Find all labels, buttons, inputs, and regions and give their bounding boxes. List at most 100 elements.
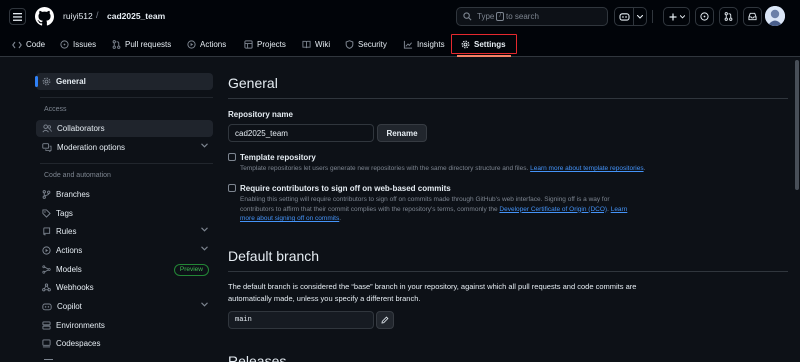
- pull-request-icon: [112, 40, 121, 49]
- button-divider: [632, 7, 634, 26]
- sidebar-item-tags[interactable]: Tags: [36, 205, 213, 222]
- tab-security-label: Security: [358, 40, 387, 49]
- play-icon: [42, 246, 51, 255]
- copilot-icon: [618, 13, 630, 21]
- tab-actions[interactable]: Actions: [187, 33, 226, 56]
- breadcrumb-owner[interactable]: ruiyi512: [63, 11, 93, 21]
- dco-link[interactable]: Developer Certificate of Origin (DCO): [499, 206, 607, 213]
- signoff-learn-link-start[interactable]: Learn: [611, 206, 628, 213]
- people-icon: [42, 124, 52, 133]
- sidebar-divider: [40, 97, 213, 98]
- tab-security[interactable]: Security: [345, 33, 387, 56]
- breadcrumb-separator: /: [96, 10, 99, 20]
- search-input[interactable]: Type / to search: [456, 7, 608, 26]
- copilot-button[interactable]: [614, 7, 647, 26]
- global-header: ruiyi512 / cad2025_team Type / to search: [0, 0, 800, 33]
- sidebar-item-collaborators[interactable]: Collaborators: [36, 120, 213, 137]
- signoff-checkbox[interactable]: [228, 184, 236, 192]
- page-title: General: [228, 75, 278, 91]
- create-new-button[interactable]: [663, 7, 690, 26]
- signoff-desc-tail: .: [339, 215, 342, 222]
- template-desc-tail: .: [643, 165, 646, 172]
- tab-issues[interactable]: Issues: [60, 33, 96, 56]
- sidebar-item-label: Models: [56, 265, 82, 274]
- sidebar-item-branches[interactable]: Branches: [36, 186, 213, 203]
- book-icon: [302, 40, 311, 49]
- page-scrollbar[interactable]: [793, 57, 800, 362]
- template-repo-description: Template repositories let users generate…: [240, 164, 695, 174]
- sidebar-item-rules[interactable]: Rules: [36, 223, 213, 240]
- sidebar-item-general[interactable]: General: [35, 73, 213, 90]
- preview-badge: Preview: [173, 264, 209, 276]
- sidebar-item-copilot[interactable]: Copilot: [36, 298, 213, 315]
- chevron-down-icon: [201, 227, 208, 232]
- signoff-desc-line-2: contributors to affirm that their commit…: [240, 205, 628, 213]
- gear-icon: [42, 77, 51, 86]
- template-learn-more-link[interactable]: Learn more about template repositories: [530, 165, 643, 172]
- table-icon: [244, 40, 253, 49]
- github-logo-icon[interactable]: [35, 7, 54, 26]
- default-branch-title: Default branch: [228, 248, 320, 264]
- sidebar-item-label: Moderation options: [57, 143, 126, 152]
- signoff-learn-more-link[interactable]: more about signing off on commits: [240, 215, 339, 222]
- sidebar-item-label: General: [56, 77, 86, 86]
- active-tab-indicator: [457, 55, 511, 57]
- codespaces-icon: [42, 339, 51, 348]
- template-repo-title: Template repository: [240, 153, 316, 162]
- sidebar-item-webhooks[interactable]: Webhooks: [36, 279, 213, 296]
- tab-pull-requests-label: Pull requests: [125, 40, 172, 49]
- template-repo-desc-text: Template repositories let users generate…: [240, 165, 529, 172]
- tag-icon: [42, 209, 51, 218]
- scrollbar-thumb[interactable]: [795, 60, 799, 190]
- edit-default-branch-button[interactable]: [376, 311, 394, 329]
- sidebar-item-label: Webhooks: [56, 283, 94, 292]
- models-icon: [42, 265, 51, 274]
- repo-push-icon: [43, 227, 51, 236]
- chevron-down-icon: [201, 246, 208, 251]
- breadcrumb-repo[interactable]: cad2025_team: [107, 11, 165, 21]
- code-icon: [12, 41, 22, 48]
- sidebar-divider: [40, 163, 213, 164]
- releases-title-partial: Releases: [228, 353, 287, 362]
- repo-name-input[interactable]: cad2025_team: [228, 124, 374, 142]
- sidebar-item-models[interactable]: Models Preview: [36, 261, 213, 278]
- pull-requests-button[interactable]: [719, 7, 738, 26]
- tab-insights[interactable]: Insights: [403, 33, 445, 56]
- template-repo-checkbox[interactable]: [228, 153, 236, 161]
- tab-projects[interactable]: Projects: [244, 33, 286, 56]
- sidebar-item-label: Rules: [56, 227, 77, 236]
- sidebar-item-moderation[interactable]: Moderation options: [36, 139, 213, 156]
- sidebar-item-label: Branches: [56, 190, 90, 199]
- tab-pull-requests[interactable]: Pull requests: [112, 33, 171, 56]
- tab-code-label: Code: [26, 40, 46, 49]
- sidebar-heading-access: Access: [44, 106, 67, 113]
- avatar-image-icon: [765, 6, 785, 26]
- repo-name-label: Repository name: [228, 110, 293, 119]
- user-avatar[interactable]: [765, 6, 785, 26]
- menu-button[interactable]: [9, 8, 26, 25]
- git-pull-request-icon: [724, 12, 733, 21]
- chevron-down-icon: [679, 14, 685, 18]
- play-icon: [187, 40, 196, 49]
- current-item-indicator: [35, 76, 38, 87]
- graph-icon: [403, 40, 413, 49]
- rename-button[interactable]: Rename: [377, 124, 427, 142]
- sidebar-item-actions[interactable]: Actions: [36, 242, 213, 259]
- tab-wiki[interactable]: Wiki: [302, 33, 330, 56]
- tab-code[interactable]: Code: [12, 33, 45, 56]
- chevron-down-icon: [201, 143, 208, 148]
- highlight-annotation-box: [451, 34, 517, 54]
- header-divider: [652, 10, 653, 23]
- sidebar-item-environments[interactable]: Environments: [36, 317, 213, 334]
- webhook-icon: [42, 283, 51, 292]
- pencil-icon: [381, 316, 389, 324]
- inbox-button[interactable]: [743, 7, 762, 26]
- signoff-desc-text: contributors to affirm that their commit…: [240, 205, 498, 213]
- sidebar-item-codespaces[interactable]: Codespaces: [36, 335, 213, 352]
- issue-icon: [60, 40, 69, 49]
- chevron-down-icon[interactable]: [636, 14, 643, 19]
- server-icon: [42, 321, 51, 330]
- sidebar-heading-code-automation: Code and automation: [44, 172, 111, 179]
- signoff-title: Require contributors to sign off on web-…: [240, 184, 451, 193]
- issues-button[interactable]: [695, 7, 714, 26]
